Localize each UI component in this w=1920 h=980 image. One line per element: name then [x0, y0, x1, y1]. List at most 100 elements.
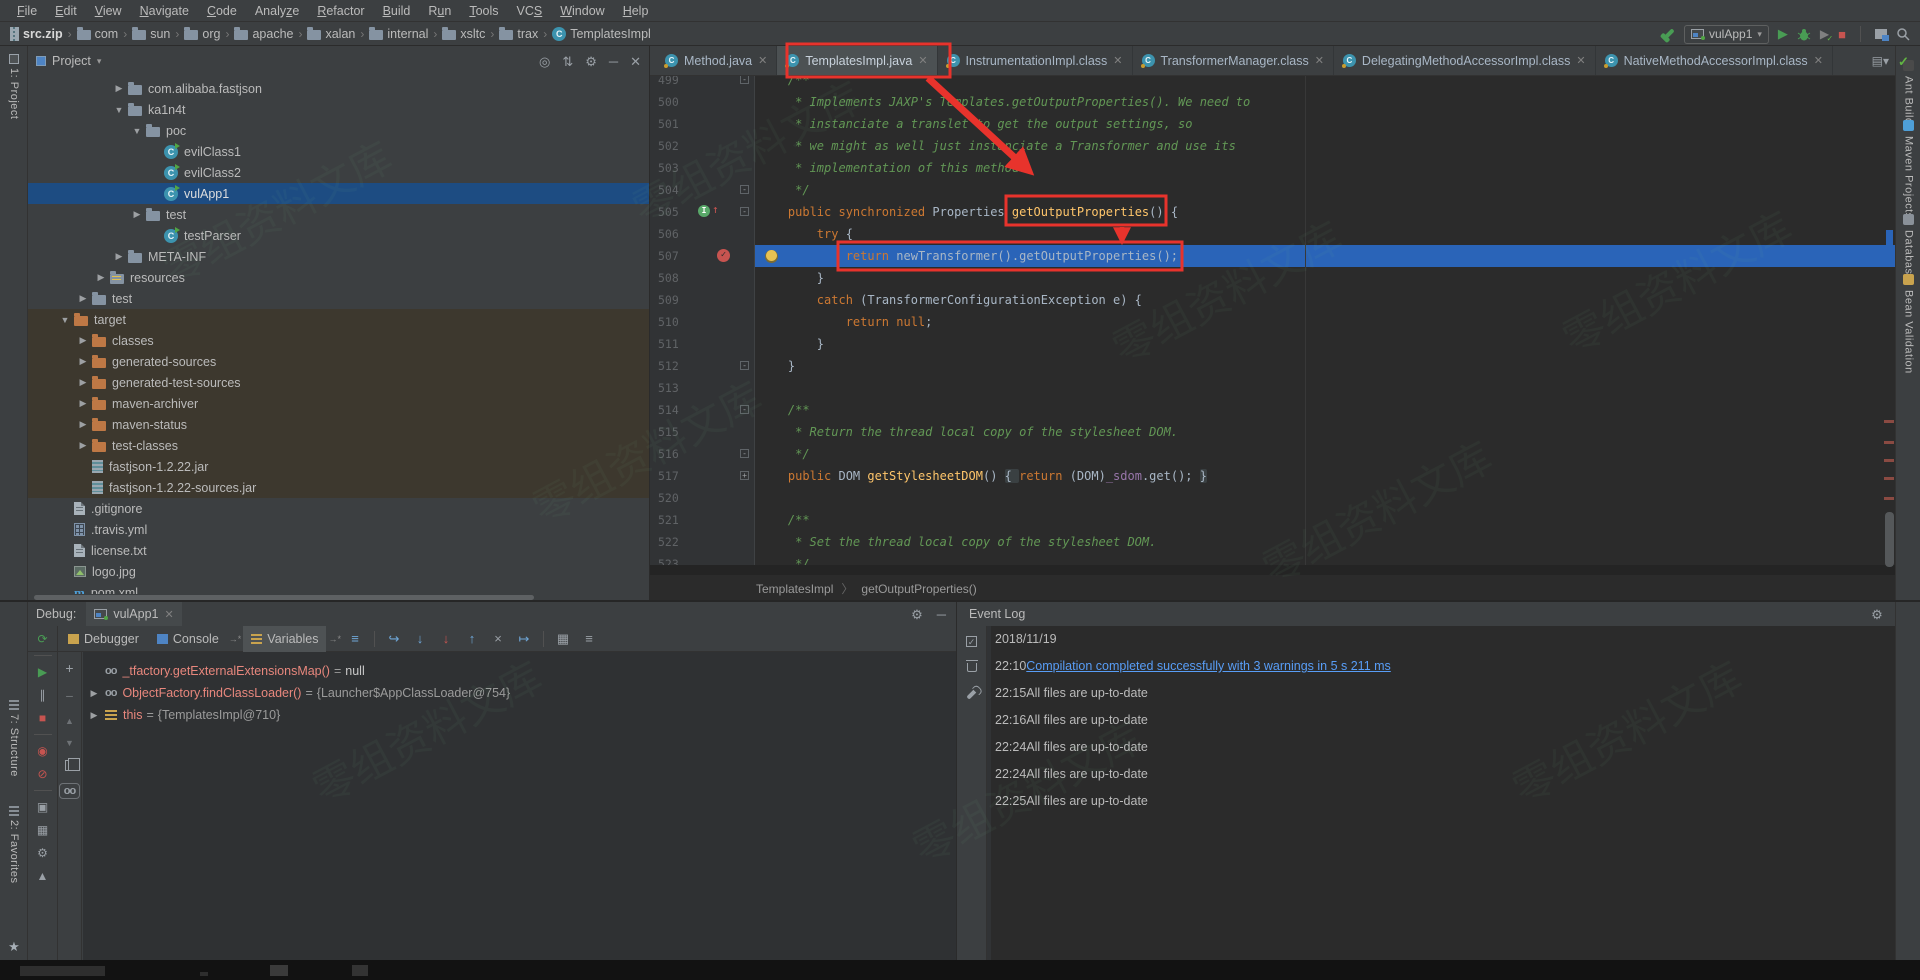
threads-view-icon[interactable]: ≡ — [343, 631, 367, 646]
stop-button[interactable]: ■ — [1838, 27, 1846, 42]
intention-bulb-icon[interactable] — [766, 250, 777, 261]
tree-item-logo.jpg[interactable]: logo.jpg — [28, 561, 649, 582]
menu-item-help[interactable]: Help — [614, 0, 658, 22]
implementing-method-icon[interactable]: I — [698, 205, 710, 217]
tree-item-maven-status[interactable]: ▶maven-status — [28, 414, 649, 435]
rerun-icon[interactable]: ⟳ — [31, 632, 55, 646]
tree-item-META-INF[interactable]: ▶META-INF — [28, 246, 649, 267]
fold-expand-icon[interactable]: + — [740, 471, 749, 480]
code-line-516[interactable]: 516-*/ — [650, 443, 1895, 465]
tree-item-ka1n4t[interactable]: ▼ka1n4t — [28, 99, 649, 120]
menu-item-vcs[interactable]: VCS — [508, 0, 552, 22]
clear-all-icon[interactable] — [967, 663, 977, 672]
close-icon[interactable]: ✕ — [758, 54, 767, 67]
move-up-button[interactable]: ▲ — [65, 716, 74, 726]
code-line-517[interactable]: 517+public DOM getStylesheetDOM() { retu… — [650, 465, 1895, 487]
breadcrumb-class[interactable]: TemplatesImpl — [756, 582, 833, 596]
breadcrumb-item-org[interactable]: org — [184, 27, 220, 41]
tree-item-testParser[interactable]: CtestParser — [28, 225, 649, 246]
fold-collapse-icon[interactable]: - — [740, 449, 749, 458]
code-line-520[interactable]: 520 — [650, 487, 1895, 509]
tree-item-classes[interactable]: ▶classes — [28, 330, 649, 351]
menu-item-edit[interactable]: Edit — [46, 0, 86, 22]
tree-item-license.txt[interactable]: license.txt — [28, 540, 649, 561]
remove-watch-button[interactable]: − — [65, 688, 73, 704]
code-line-506[interactable]: 506try { — [650, 223, 1895, 245]
tab-TemplatesImpl.java[interactable]: CTemplatesImpl.java✕ — [777, 46, 937, 75]
code-line-522[interactable]: 522* Set the thread local copy of the st… — [650, 531, 1895, 553]
tree-expanded-arrow[interactable]: ▼ — [128, 126, 146, 136]
tree-item-fastjson-1.2.22-sources.jar[interactable]: fastjson-1.2.22-sources.jar — [28, 477, 649, 498]
breadcrumb-method[interactable]: getOutputProperties() — [861, 582, 976, 596]
panel-divider[interactable] — [0, 600, 1920, 602]
close-icon[interactable]: ✕ — [1576, 54, 1585, 67]
fold-collapse-icon[interactable]: - — [740, 405, 749, 414]
breadcrumb-item-trax[interactable]: trax — [499, 27, 538, 41]
tree-collapsed-arrow[interactable]: ▶ — [74, 440, 92, 451]
tree-collapsed-arrow[interactable]: ▶ — [74, 398, 92, 409]
hide-icon[interactable]: ─ — [937, 608, 946, 621]
coverage-icon[interactable]: ▶ — [1820, 27, 1829, 41]
code-area[interactable]: 499-/**500* Implements JAXP's Templates.… — [650, 76, 1895, 574]
code-line-502[interactable]: 502* we might as well just instanciate a… — [650, 135, 1895, 157]
debug-bug-icon[interactable] — [1797, 27, 1811, 41]
tree-item-evilClass2[interactable]: CevilClass2 — [28, 162, 649, 183]
settings-icon[interactable]: ⚙ — [1871, 608, 1883, 621]
search-icon[interactable] — [1896, 27, 1910, 41]
pause-icon[interactable]: ∥ — [31, 688, 55, 702]
tree-collapsed-arrow[interactable]: ▶ — [128, 209, 146, 220]
code-line-508[interactable]: 508} — [650, 267, 1895, 289]
menu-item-refactor[interactable]: Refactor — [308, 0, 373, 22]
menu-item-file[interactable]: File — [8, 0, 46, 22]
breadcrumb-item-apache[interactable]: apache — [234, 27, 293, 41]
tree-collapsed-arrow[interactable]: ▶ — [83, 688, 105, 699]
tree-expanded-arrow[interactable]: ▼ — [110, 105, 128, 115]
event-link[interactable]: Compilation completed successfully with … — [1026, 659, 1391, 673]
step-out-icon[interactable]: ↑ — [460, 631, 484, 646]
breadcrumb-item-xsltc[interactable]: xsltc — [442, 27, 485, 41]
mute-breakpoints-icon[interactable]: ⊘ — [31, 767, 55, 781]
resume-icon[interactable]: ▶ — [31, 665, 55, 679]
tree-item-pom.xml[interactable]: mpom.xml — [28, 582, 649, 594]
tree-collapsed-arrow[interactable]: ▶ — [110, 251, 128, 262]
breadcrumb-item-sun[interactable]: sun — [132, 27, 170, 41]
fold-collapse-icon[interactable]: - — [740, 361, 749, 370]
sidebar-item-maven-projects[interactable]: Maven Projects — [1896, 120, 1920, 219]
sidebar-item-2-favorites[interactable]: 2: Favorites — [0, 806, 28, 883]
editor-hscrollbar[interactable] — [650, 565, 1895, 574]
tree-item-target[interactable]: ▼target — [28, 309, 649, 330]
close-icon[interactable]: ✕ — [1814, 54, 1823, 67]
settings-icon[interactable]: ⚙ — [585, 55, 597, 68]
mark-read-icon[interactable]: ✓ — [966, 636, 977, 647]
tree-item-test-classes[interactable]: ▶test-classes — [28, 435, 649, 456]
menu-item-run[interactable]: Run — [419, 0, 460, 22]
force-step-into-icon[interactable]: ↓ — [434, 631, 458, 646]
close-icon[interactable]: ✕ — [1315, 54, 1324, 67]
tree-expanded-arrow[interactable]: ▼ — [56, 315, 74, 325]
tree-item-com.alibaba.fastjson[interactable]: ▶com.alibaba.fastjson — [28, 78, 649, 99]
code-line-500[interactable]: 500* Implements JAXP's Templates.getOutp… — [650, 91, 1895, 113]
code-line-501[interactable]: 501* instanciate a translet to get the o… — [650, 113, 1895, 135]
fold-collapse-icon[interactable]: - — [740, 207, 749, 216]
code-line-513[interactable]: 513 — [650, 377, 1895, 399]
tree-item-evilClass1[interactable]: CevilClass1 — [28, 141, 649, 162]
evaluate-expression-icon[interactable]: ▦ — [551, 631, 575, 647]
settings-icon[interactable]: ⚙ — [31, 846, 55, 860]
event-log-content[interactable]: 2018/11/1922:10Compilation completed suc… — [991, 626, 1920, 960]
code-line-512[interactable]: 512-} — [650, 355, 1895, 377]
menu-item-tools[interactable]: Tools — [460, 0, 507, 22]
code-line-507[interactable]: 507✓return newTransformer().getOutputPro… — [650, 245, 1895, 267]
inspection-ok-icon[interactable]: ✓ — [1898, 54, 1909, 70]
breadcrumb-item-xalan[interactable]: xalan — [307, 27, 355, 41]
close-icon[interactable]: ✕ — [918, 54, 927, 67]
tree-item-poc[interactable]: ▼poc — [28, 120, 649, 141]
breakpoint-icon[interactable]: ✓ — [717, 249, 730, 262]
view-breakpoints-icon[interactable]: ◉ — [31, 744, 55, 758]
code-line-521[interactable]: 521/** — [650, 509, 1895, 531]
tree-item-generated-sources[interactable]: ▶generated-sources — [28, 351, 649, 372]
breadcrumb-item-src.zip[interactable]: src.zip — [10, 27, 63, 41]
code-line-499[interactable]: 499-/** — [650, 76, 1895, 91]
run-config-combo[interactable]: vulApp1 ▾ — [1684, 25, 1769, 44]
debug-tab-variables[interactable]: Variables — [243, 626, 326, 652]
menu-item-code[interactable]: Code — [198, 0, 246, 22]
